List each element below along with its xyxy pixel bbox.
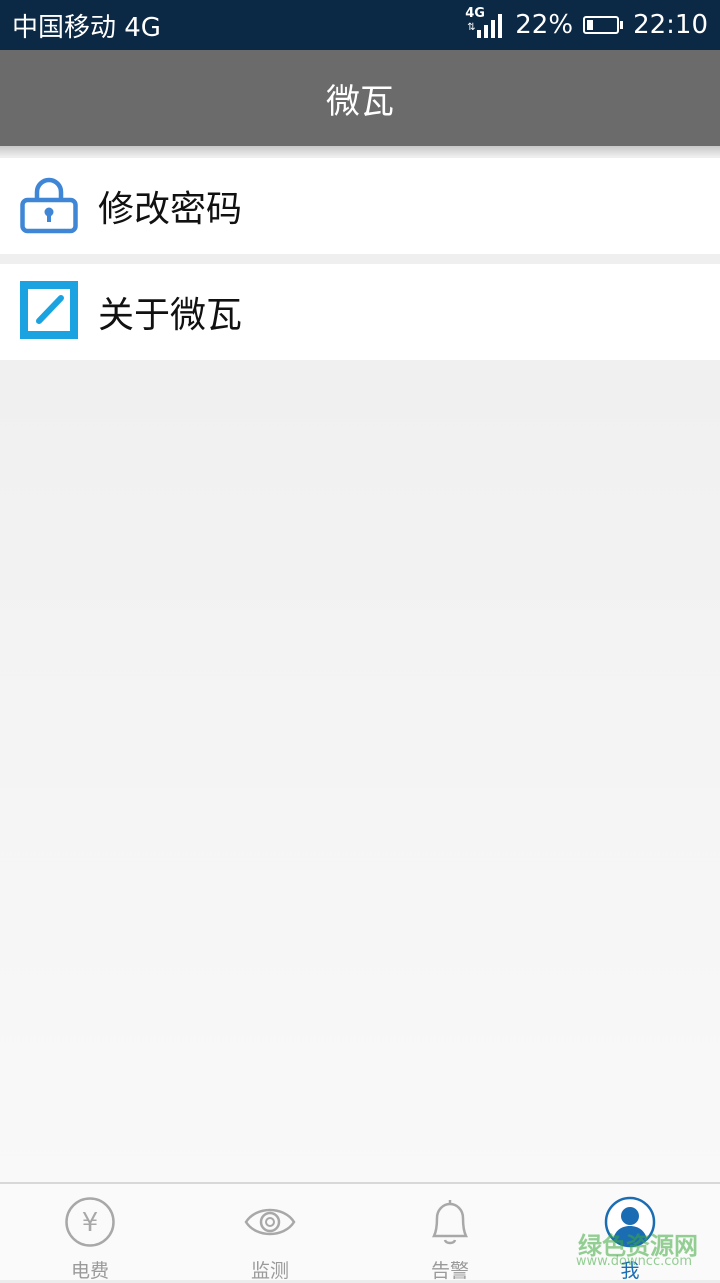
tab-monitoring[interactable]: 监测 (180, 1184, 360, 1282)
tab-alerts-label: 告警 (430, 1260, 469, 1282)
signal-icon: 4G ⇅ (465, 6, 505, 40)
tab-alerts[interactable]: 告警 (360, 1184, 540, 1282)
change-password-item[interactable]: 修改密码 (0, 158, 720, 254)
tab-electricity-fee-label: 电费 (70, 1260, 109, 1282)
lock-icon (20, 174, 78, 238)
tab-monitoring-label: 监测 (250, 1260, 289, 1282)
about-label: 关于微瓦 (98, 295, 243, 336)
bell-icon (424, 1196, 476, 1252)
status-indicators: 4G ⇅ 22% 22:10 (465, 6, 708, 40)
status-bar: 中国移动 4G 4G ⇅ 22% 22:10 (0, 0, 720, 50)
eye-icon (244, 1196, 296, 1252)
carrier-label: 中国移动 4G (12, 12, 161, 43)
header-shadow (0, 146, 720, 156)
data-arrows-icon: ⇅ (467, 22, 476, 33)
clock: 22:10 (633, 10, 708, 40)
yen-icon: ¥ (64, 1196, 116, 1252)
app-logo-icon (15, 276, 83, 344)
app-header: 微瓦 (0, 50, 720, 146)
battery-fill (587, 20, 594, 30)
watermark-url: www.downcc.com (575, 1254, 692, 1269)
battery-percent: 22% (515, 10, 574, 40)
battery-icon (583, 16, 624, 34)
change-password-label: 修改密码 (98, 189, 243, 230)
signal-bars (477, 14, 503, 38)
page-title: 微瓦 (326, 81, 394, 122)
tab-electricity-fee[interactable]: ¥ 电费 (0, 1184, 180, 1282)
about-item[interactable]: 关于微瓦 (0, 264, 720, 360)
svg-text:¥: ¥ (82, 1208, 99, 1238)
